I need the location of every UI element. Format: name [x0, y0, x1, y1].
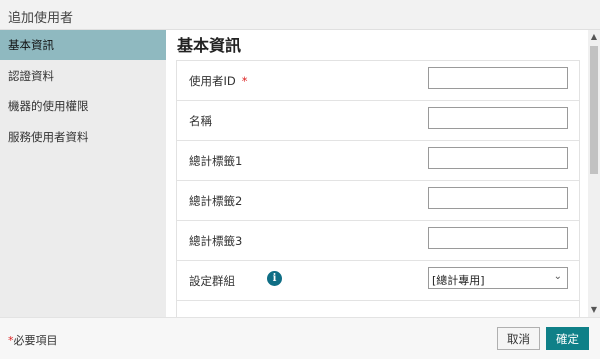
total-tag-1-input[interactable] [428, 147, 568, 169]
total-tag-3-label: 總計標籤3 [189, 234, 243, 248]
form-row-total-tag-2: 總計標籤2 [177, 181, 579, 221]
sidebar: 基本資訊 認證資料 機器的使用權限 服務使用者資料 [0, 30, 166, 317]
required-mark: * [241, 74, 248, 88]
total-tag-3-input[interactable] [428, 227, 568, 249]
content-pane: 基本資訊 使用者ID * 名稱 總計標籤1 總計標籤2 總計標籤3 設定群組 i… [166, 30, 588, 317]
form-row-total-tag-1: 總計標籤1 [177, 141, 579, 181]
group-label: 設定群組 [189, 274, 235, 288]
form-row-user-id: 使用者ID * [177, 61, 579, 101]
chevron-down-icon: ⌄ [553, 271, 562, 282]
section-title: 基本資訊 [177, 36, 242, 55]
dialog-title: 追加使用者 [8, 11, 74, 26]
form-row-name: 名稱 [177, 101, 579, 141]
group-select[interactable]: [總計專用] ⌄ [428, 267, 568, 289]
add-user-dialog: 追加使用者 基本資訊 認證資料 機器的使用權限 服務使用者資料 基本資訊 使用者… [0, 0, 600, 359]
sidebar-item-service-user-data[interactable]: 服務使用者資料 [0, 122, 166, 152]
info-icon[interactable]: i [267, 271, 282, 286]
required-note-text: 必要項目 [13, 334, 58, 347]
scrollbar-thumb[interactable] [590, 46, 598, 174]
sidebar-item-device-permissions[interactable]: 機器的使用權限 [0, 91, 166, 121]
scrollbar[interactable]: ▲ ▼ [588, 30, 600, 317]
user-id-label-text: 使用者ID [189, 74, 236, 88]
sidebar-item-basic-info[interactable]: 基本資訊 [0, 30, 166, 60]
user-id-label: 使用者ID * [189, 73, 248, 89]
total-tag-1-label: 總計標籤1 [189, 154, 243, 168]
total-tag-2-input[interactable] [428, 187, 568, 209]
name-input[interactable] [428, 107, 568, 129]
group-select-value: [總計專用] [432, 274, 485, 287]
basic-info-form: 使用者ID * 名稱 總計標籤1 總計標籤2 總計標籤3 設定群組 i [總計專… [176, 60, 580, 317]
cancel-button[interactable]: 取消 [497, 327, 540, 350]
scroll-up-icon[interactable]: ▲ [588, 30, 600, 44]
required-note: *必要項目 [8, 332, 58, 348]
dialog-footer: *必要項目 取消 確定 [0, 317, 600, 359]
sidebar-item-auth-data[interactable]: 認證資料 [0, 61, 166, 91]
total-tag-2-label: 總計標籤2 [189, 194, 243, 208]
form-row-group: 設定群組 i [總計專用] ⌄ [177, 261, 579, 301]
name-label: 名稱 [189, 114, 212, 128]
ok-button[interactable]: 確定 [546, 327, 589, 350]
dialog-titlebar: 追加使用者 [0, 0, 600, 30]
form-row-total-tag-3: 總計標籤3 [177, 221, 579, 261]
user-id-input[interactable] [428, 67, 568, 89]
scroll-down-icon[interactable]: ▼ [588, 303, 600, 317]
